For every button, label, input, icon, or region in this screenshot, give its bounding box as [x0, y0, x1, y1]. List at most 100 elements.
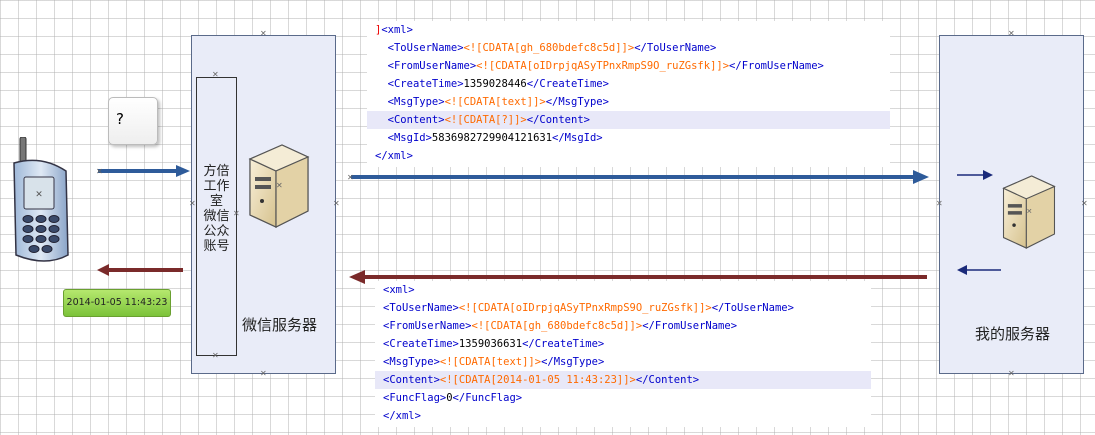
xml-open: <MsgType> [383, 356, 440, 368]
svg-text:✕: ✕ [96, 167, 103, 176]
xml-open: <MsgType> [387, 96, 445, 108]
xml-open: <Content> [383, 374, 440, 386]
xml-open: <CreateTime> [383, 338, 459, 350]
xml-code-line: <Content><![CDATA[?]]></Content> [367, 111, 890, 129]
xml-cdata: <![CDATA[oIDrpjqASyTPnxRmpS9O_ruZGsfk]]> [458, 302, 712, 314]
xml-cdata: <![CDATA[gh_680bdefc8c5d]]> [471, 320, 643, 332]
xml-prefix [375, 114, 388, 126]
xml-open: <MsgId> [387, 132, 432, 144]
selection-handle-icon: ✕ [212, 351, 219, 360]
xml-close: </CreateTime> [526, 78, 609, 90]
outgoing-arrow-icon [957, 265, 1001, 275]
xml-code-line: ]<xml> [367, 21, 890, 39]
selection-handle-icon: ✕ [189, 199, 196, 208]
xml-close: </MsgId> [552, 132, 603, 144]
wechat-to-phone-arrow [97, 264, 183, 276]
selection-handle-icon: ✕ [1008, 29, 1015, 38]
phone-to-wechat-arrow: ✕ [96, 165, 190, 177]
xml-close: </Content> [526, 114, 590, 126]
server-icon: ✕ [248, 144, 310, 228]
xml-cdata: <![CDATA[?]]> [444, 114, 527, 126]
xml-value: 1359036631 [458, 338, 523, 350]
xml-code-line: <ToUserName><![CDATA[oIDrpjqASyTPnxRmpS9… [375, 299, 871, 317]
xml-code-line: </xml> [367, 147, 890, 165]
xml-code-line: <CreateTime>1359036631</CreateTime> [375, 335, 871, 353]
xml-close: </MsgType> [545, 96, 609, 108]
xml-code-line: <MsgType><![CDATA[text]]></MsgType> [375, 353, 871, 371]
xml-prefix [375, 96, 388, 108]
xml-open: <ToUserName> [387, 42, 464, 54]
xml-open: </xml> [383, 410, 421, 422]
selection-handle-icon: ✕ [936, 199, 943, 208]
xml-open: <ToUserName> [383, 302, 459, 314]
xml-close: </ToUserName> [634, 42, 717, 54]
xml-cdata: <![CDATA[oIDrpjqASyTPnxRmpS9O_ruZGsfk]]> [476, 60, 730, 72]
incoming-arrow-icon [957, 170, 993, 180]
request-xml-block: ]<xml> <ToUserName><![CDATA[gh_680bdefc8… [367, 21, 890, 167]
xml-cdata: <![CDATA[text]]> [444, 96, 546, 108]
xml-open: <FromUserName> [387, 60, 477, 72]
xml-code-line: <FuncFlag>0</FuncFlag> [375, 389, 871, 407]
xml-cdata: <![CDATA[text]]> [439, 356, 542, 368]
xml-prefix [375, 60, 388, 72]
selection-handle-icon: ✕ [333, 199, 340, 208]
official-account-line: 公众 [203, 224, 230, 239]
svg-text:✕: ✕ [1026, 207, 1032, 216]
xml-code-line: <Content><![CDATA[2014-01-05 11:43:23]]>… [375, 371, 871, 389]
xml-open: <xml> [381, 24, 413, 36]
svg-text:✕: ✕ [276, 181, 283, 190]
xml-code-line: </xml> [375, 407, 871, 425]
official-account-line: 室 [209, 194, 223, 209]
wechat-to-myserver-arrow: ✕ [347, 170, 929, 184]
xml-open: <CreateTime> [387, 78, 464, 90]
official-account-line: 账号 [203, 239, 230, 254]
xml-close: </CreateTime> [522, 338, 605, 350]
user-message-text: ? [116, 110, 124, 128]
reply-timestamp-badge: 2014-01-05 11:43:23 [63, 289, 171, 317]
xml-close: </FromUserName> [729, 60, 824, 72]
official-account-line: 工作 [203, 179, 230, 194]
xml-open: <Content> [387, 114, 445, 126]
official-account-line: 方倍 [203, 164, 230, 179]
svg-text:✕: ✕ [35, 190, 43, 200]
reply-timestamp-text: 2014-01-05 11:43:23 [66, 297, 168, 308]
response-xml-block: <xml> <ToUserName><![CDATA[oIDrpjqASyTPnx… [375, 281, 871, 427]
xml-open: <FromUserName> [383, 320, 472, 332]
xml-code-line: <CreateTime>1359028446</CreateTime> [367, 75, 890, 93]
xml-code-line: <ToUserName><![CDATA[gh_680bdefc8c5d]]><… [367, 39, 890, 57]
xml-prefix [375, 132, 388, 144]
xml-prefix [375, 78, 388, 90]
xml-value: 1359028446 [463, 78, 527, 90]
xml-close: </MsgType> [541, 356, 605, 368]
official-account-label: 方倍 工作 室 微信 公众 账号 [197, 164, 236, 254]
xml-close: </FromUserName> [642, 320, 738, 332]
xml-cdata: <![CDATA[2014-01-05 11:43:23]]> [439, 374, 636, 386]
selection-handle-icon: ✕ [260, 29, 267, 38]
selection-handle-icon: ✕ [233, 209, 240, 218]
xml-code-line: <FromUserName><![CDATA[gh_680bdefc8c5d]]… [375, 317, 871, 335]
xml-close: </FuncFlag> [452, 392, 523, 404]
xml-cdata: <![CDATA[gh_680bdefc8c5d]]> [463, 42, 635, 54]
myserver-to-wechat-arrow [349, 270, 927, 284]
xml-code-line: <MsgType><![CDATA[text]]></MsgType> [367, 93, 890, 111]
selection-handle-icon: ✕ [212, 70, 219, 79]
selection-handle-icon: ✕ [1008, 369, 1015, 378]
xml-code-line: <FromUserName><![CDATA[oIDrpjqASyTPnxRmp… [367, 57, 890, 75]
xml-open: </xml> [375, 150, 413, 162]
xml-value: 5836982729904121631 [431, 132, 553, 144]
svg-text:✕: ✕ [347, 173, 354, 182]
server-icon: ✕ [1002, 175, 1056, 249]
xml-code-line: <MsgId>5836982729904121631</MsgId> [367, 129, 890, 147]
xml-close: </Content> [635, 374, 700, 386]
my-server-label: 我的服务器 [975, 325, 1051, 343]
official-account-box: 方倍 工作 室 微信 公众 账号 [196, 77, 237, 356]
official-account-line: 微信 [203, 209, 230, 224]
wechat-server-label: 微信服务器 [242, 316, 318, 334]
user-message-bubble: ? [108, 97, 158, 145]
xml-close: </ToUserName> [711, 302, 794, 314]
selection-handle-icon: ✕ [260, 369, 267, 378]
xml-open: <FuncFlag> [383, 392, 447, 404]
xml-prefix [375, 42, 388, 54]
selection-handle-icon: ✕ [1081, 199, 1088, 208]
mobile-phone-icon: ✕ [13, 137, 69, 262]
